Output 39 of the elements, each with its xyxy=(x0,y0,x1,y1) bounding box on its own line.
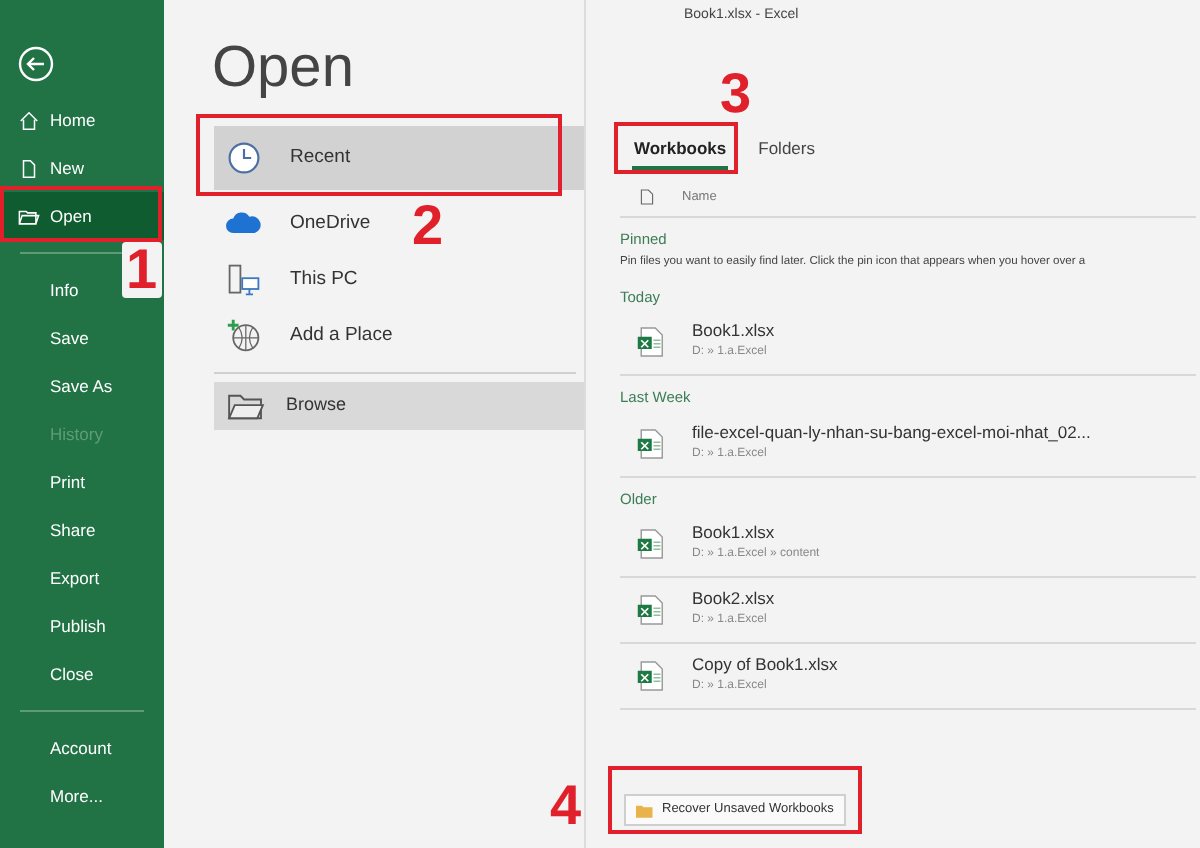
page-icon xyxy=(18,157,40,179)
sidebar-item[interactable]: More... xyxy=(0,772,164,820)
computer-icon xyxy=(226,262,262,298)
sidebar-item[interactable]: Close xyxy=(0,650,164,698)
file-icon xyxy=(640,188,654,207)
step-number: 2 xyxy=(412,198,444,254)
home-icon xyxy=(18,109,40,131)
browse-button[interactable]: Browse xyxy=(214,382,584,430)
location-item[interactable]: Recent xyxy=(214,126,584,190)
spreadsheet-file-icon xyxy=(636,659,664,692)
spreadsheet-file-icon xyxy=(636,326,664,359)
sidebar-item[interactable]: Open xyxy=(0,192,164,240)
sidebar-item[interactable]: Share xyxy=(0,506,164,554)
sidebar-item[interactable]: New xyxy=(0,144,164,192)
page-title: Open xyxy=(212,36,354,100)
spreadsheet-file-icon xyxy=(636,427,664,460)
sidebar-item[interactable]: Print xyxy=(0,458,164,506)
tab[interactable]: Workbooks xyxy=(632,135,729,171)
sidebar-item[interactable]: Export xyxy=(0,554,164,602)
step-number: 3 xyxy=(720,66,752,122)
sidebar-item[interactable]: Home xyxy=(0,96,164,144)
step-number: 1 xyxy=(122,242,162,298)
highlight-frame xyxy=(614,122,738,174)
spreadsheet-file-icon xyxy=(636,527,664,560)
sidebar-item[interactable]: Save As xyxy=(0,362,164,410)
folder-icon xyxy=(18,205,40,227)
sidebar-item[interactable]: Save xyxy=(0,314,164,362)
clock-icon xyxy=(226,140,262,176)
tab[interactable]: Folders xyxy=(756,135,817,171)
location-item[interactable]: Add a Place xyxy=(214,308,584,364)
folder-icon xyxy=(636,803,654,817)
folder-icon xyxy=(226,391,266,421)
globe-icon xyxy=(226,318,262,354)
location-item[interactable]: This PC xyxy=(214,252,584,308)
spreadsheet-file-icon xyxy=(636,593,664,626)
back-button[interactable] xyxy=(16,44,56,84)
sidebar-item[interactable]: Publish xyxy=(0,602,164,650)
step-number: 4 xyxy=(550,778,582,834)
sidebar-item[interactable]: Account xyxy=(0,724,164,772)
